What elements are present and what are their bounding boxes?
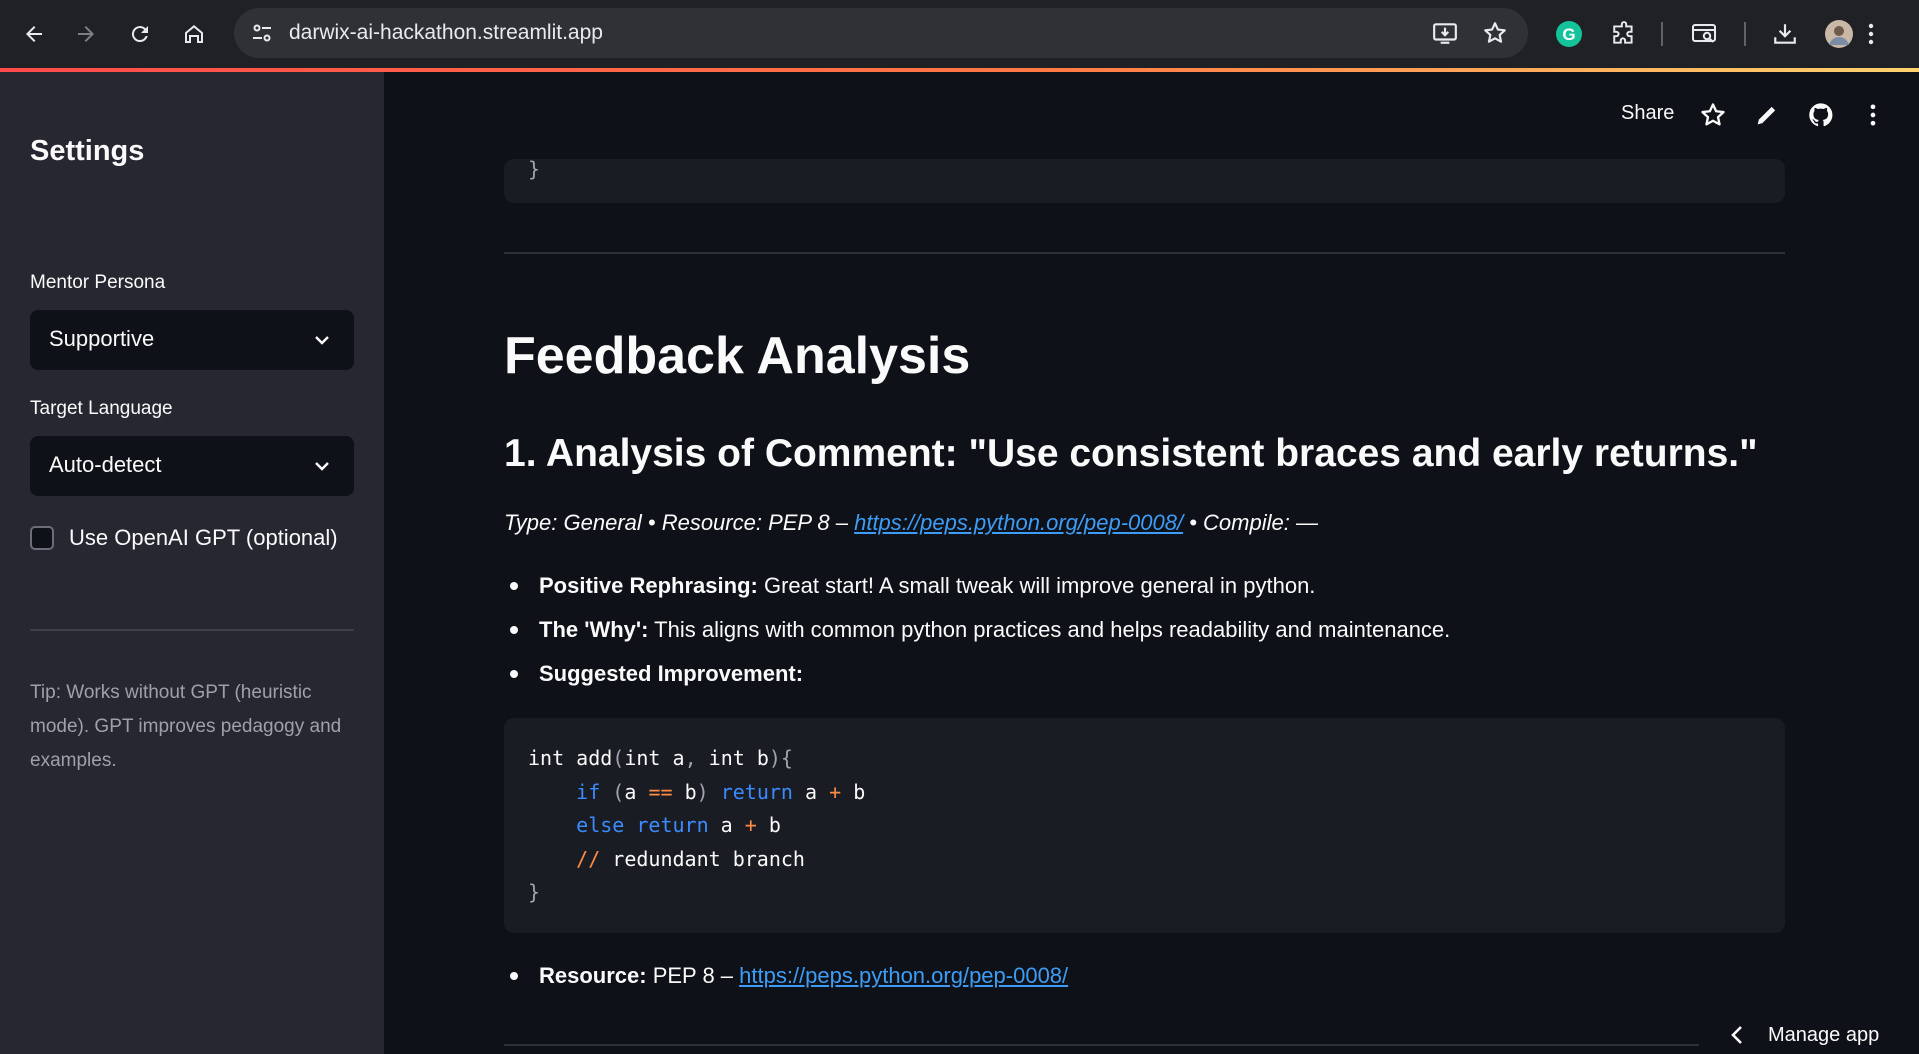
language-label: Target Language bbox=[30, 398, 173, 419]
address-bar[interactable]: darwix-ai-hackathon.streamlit.app bbox=[234, 8, 1528, 58]
persona-label: Mentor Persona bbox=[30, 272, 166, 293]
suggested-code-block: int add(int a, int b){ if (a == b) retur… bbox=[504, 718, 1785, 933]
star-icon[interactable] bbox=[1699, 101, 1727, 129]
persona-select-value: Supportive bbox=[49, 326, 155, 351]
reload-icon[interactable] bbox=[122, 16, 158, 52]
toolbar-divider bbox=[1661, 22, 1663, 46]
comment-heading: 1. Analysis of Comment: "Use consistent … bbox=[504, 432, 1758, 475]
chevron-down-icon bbox=[315, 462, 329, 471]
bullet-text: This aligns with common python practices… bbox=[648, 617, 1451, 642]
install-app-icon[interactable] bbox=[1432, 20, 1458, 46]
section-divider bbox=[504, 1044, 1699, 1046]
manage-app-label[interactable]: Manage app bbox=[1768, 1024, 1879, 1047]
extensions-icon[interactable] bbox=[1607, 17, 1641, 51]
manage-app-button[interactable]: Manage app bbox=[1730, 1020, 1879, 1050]
share-button[interactable]: Share bbox=[1621, 102, 1674, 125]
code-line: } bbox=[528, 157, 541, 181]
list-item: Positive Rephrasing: Great start! A smal… bbox=[504, 567, 1450, 611]
meta-prefix: Type: General • Resource: PEP 8 – bbox=[504, 510, 855, 535]
code-line: } bbox=[528, 880, 541, 904]
gpt-toggle[interactable]: Use OpenAI GPT (optional) bbox=[30, 523, 338, 553]
code-line: int add(int a, int b){ bbox=[528, 746, 793, 770]
bullet-label: Positive Rephrasing: bbox=[539, 573, 758, 598]
feedback-list: Positive Rephrasing: Great start! A smal… bbox=[504, 567, 1450, 699]
sidebar bbox=[0, 72, 384, 1054]
list-item: The 'Why': This aligns with common pytho… bbox=[504, 611, 1450, 655]
toolbar-divider bbox=[1744, 22, 1746, 46]
downloads-icon[interactable] bbox=[1768, 17, 1802, 51]
bullet-label: The 'Why': bbox=[539, 617, 649, 642]
bullet-text: Great start! A small tweak will improve … bbox=[757, 573, 1316, 598]
app-menu-icon[interactable] bbox=[1859, 101, 1887, 129]
sidebar-tip: Tip: Works without GPT (heuristic mode).… bbox=[30, 682, 342, 771]
code-line: // redundant branch bbox=[576, 846, 805, 871]
previous-code-block: } bbox=[504, 157, 1785, 203]
comment-meta: Type: General • Resource: PEP 8 – https:… bbox=[504, 510, 1318, 536]
tab-search-icon[interactable] bbox=[1688, 17, 1722, 51]
sidebar-divider bbox=[30, 629, 354, 631]
meta-suffix: • Compile: — bbox=[1183, 510, 1318, 535]
bookmark-star-icon[interactable] bbox=[1482, 20, 1508, 46]
svg-text:G: G bbox=[1562, 25, 1575, 44]
language-select-value: Auto-detect bbox=[49, 452, 162, 477]
forward-icon[interactable] bbox=[68, 16, 104, 52]
grammarly-icon[interactable]: G bbox=[1552, 17, 1586, 51]
code-line: if (a == b) return a + b bbox=[576, 779, 866, 804]
gpt-checkbox[interactable] bbox=[30, 526, 54, 550]
site-settings-icon[interactable] bbox=[250, 21, 274, 45]
back-icon[interactable] bbox=[16, 16, 52, 52]
code-line: else return a + b bbox=[576, 813, 781, 837]
list-item: Suggested Improvement: bbox=[504, 655, 1450, 699]
profile-avatar[interactable] bbox=[1822, 17, 1856, 51]
language-select[interactable]: Auto-detect bbox=[30, 436, 354, 496]
home-icon[interactable] bbox=[176, 16, 212, 52]
sidebar-title: Settings bbox=[30, 135, 145, 167]
pep8-link[interactable]: https://peps.python.org/pep-0008/ bbox=[854, 510, 1183, 535]
browser-menu-icon[interactable] bbox=[1854, 17, 1888, 51]
edit-pencil-icon[interactable] bbox=[1753, 101, 1781, 129]
list-item: Resource: PEP 8 – https://peps.python.or… bbox=[504, 957, 1068, 995]
chevron-left-icon bbox=[1731, 1026, 1742, 1044]
github-icon[interactable] bbox=[1807, 101, 1835, 129]
url-text[interactable]: darwix-ai-hackathon.streamlit.app bbox=[289, 21, 603, 45]
persona-select[interactable]: Supportive bbox=[30, 310, 354, 370]
resource-list: Resource: PEP 8 – https://peps.python.or… bbox=[504, 957, 1068, 995]
chevron-down-icon bbox=[315, 336, 329, 345]
browser-toolbar: darwix-ai-hackathon.streamlit.app G bbox=[0, 0, 1919, 68]
resource-text: PEP 8 – bbox=[646, 963, 740, 988]
page-heading: Feedback Analysis bbox=[504, 327, 971, 385]
bullet-label: Suggested Improvement: bbox=[539, 661, 804, 686]
section-divider bbox=[504, 252, 1785, 254]
gpt-checkbox-label[interactable]: Use OpenAI GPT (optional) bbox=[69, 525, 338, 551]
pep8-link[interactable]: https://peps.python.org/pep-0008/ bbox=[739, 963, 1068, 988]
resource-label: Resource: bbox=[539, 963, 647, 988]
